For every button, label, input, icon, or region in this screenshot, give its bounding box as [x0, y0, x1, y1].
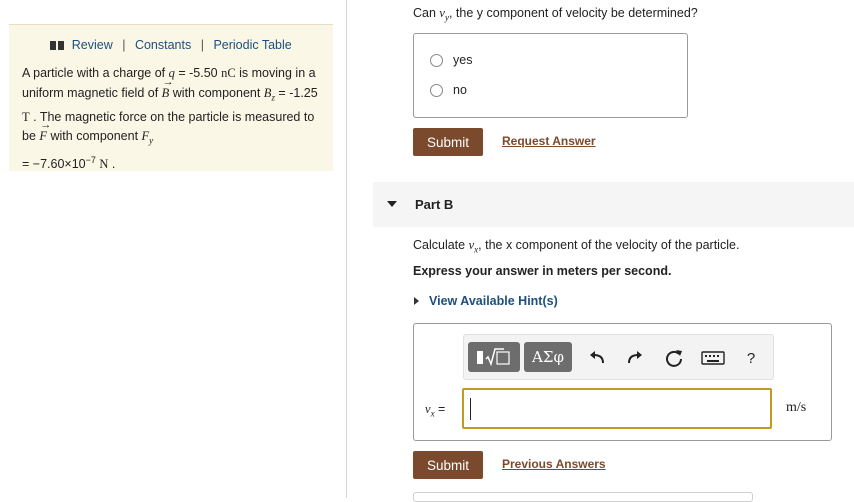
part-b-title: Part B [415, 197, 454, 212]
link-separator: | [122, 38, 126, 52]
part-b-question: Calculate vx, the x component of the vel… [413, 238, 739, 255]
part-a-question: Can vy, the y component of velocity be d… [413, 6, 698, 23]
hints-label[interactable]: View Available Hint(s) [429, 294, 558, 308]
force-vector-symbol: → F [39, 119, 52, 143]
problem-statement: A particle with a charge of q = -5.50 nC… [22, 64, 327, 175]
question-text: Calculate [413, 238, 469, 252]
undo-icon[interactable] [587, 347, 609, 369]
answer-units: m/s [786, 400, 807, 415]
feedback-box [413, 492, 753, 502]
math-toolbar: ΑΣφ ? [463, 334, 774, 380]
part-b-submit-button[interactable]: Submit [413, 451, 483, 479]
question-text: , the x component of the velocity of the… [478, 238, 740, 252]
question-text: , the y component of velocity be determi… [448, 6, 698, 20]
problem-text: . [108, 157, 116, 172]
answer-box: ΑΣφ ? vx = m/s [413, 323, 832, 441]
answer-variable-label: vx = [425, 402, 445, 419]
review-link[interactable]: Review [72, 38, 113, 52]
force-component-subscript: y [149, 135, 154, 146]
force-exponent: −7 [85, 155, 96, 165]
field-unit: T [22, 109, 30, 124]
answer-instruction: Express your answer in meters per second… [413, 264, 672, 278]
part-a-submit-button[interactable]: Submit [413, 128, 483, 156]
previous-answers-link[interactable]: Previous Answers [502, 457, 606, 471]
radio-button[interactable] [430, 83, 443, 97]
request-answer-link[interactable]: Request Answer [502, 134, 596, 148]
keyboard-icon[interactable] [700, 347, 726, 369]
book-icon [50, 41, 65, 50]
choice-yes[interactable]: yes [430, 53, 472, 67]
choice-label: yes [453, 53, 473, 67]
panel-divider [346, 0, 347, 498]
expand-caret-icon[interactable] [414, 297, 419, 305]
templates-button[interactable] [468, 342, 520, 372]
part-b-header[interactable]: Part B [373, 182, 854, 227]
reset-icon[interactable] [663, 347, 685, 369]
radio-button[interactable] [430, 53, 443, 67]
equals-sign: = [434, 402, 446, 416]
question-text: Can [413, 6, 440, 20]
choice-no[interactable]: no [430, 83, 467, 97]
choice-group: yes no [413, 33, 688, 118]
greek-symbols-button[interactable]: ΑΣφ [524, 342, 572, 372]
problem-text: = -5.50 [174, 66, 222, 80]
periodic-table-link[interactable]: Periodic Table [213, 38, 291, 52]
choice-label: no [453, 83, 467, 97]
text-cursor [470, 398, 471, 420]
problem-panel: Review | Constants | Periodic Table A pa… [9, 24, 333, 171]
field-vector-symbol: → B [161, 75, 174, 100]
problem-text: A particle with a charge of [22, 66, 169, 80]
redo-icon[interactable] [623, 347, 645, 369]
collapse-caret-icon[interactable] [387, 201, 397, 207]
charge-unit: nC [221, 66, 236, 80]
templates-icon [477, 348, 510, 367]
help-icon[interactable]: ? [740, 347, 762, 369]
resource-links: Review | Constants | Periodic Table [9, 38, 333, 52]
problem-text: with component [47, 129, 142, 143]
link-separator: | [200, 38, 204, 52]
problem-text: = −7.60×10 [22, 157, 86, 172]
constants-link[interactable]: Constants [135, 38, 191, 52]
answer-input[interactable] [462, 388, 772, 429]
problem-text: with component [169, 85, 264, 100]
view-hints-toggle[interactable]: View Available Hint(s) [413, 294, 558, 308]
problem-text: = -1.25 [274, 85, 318, 100]
